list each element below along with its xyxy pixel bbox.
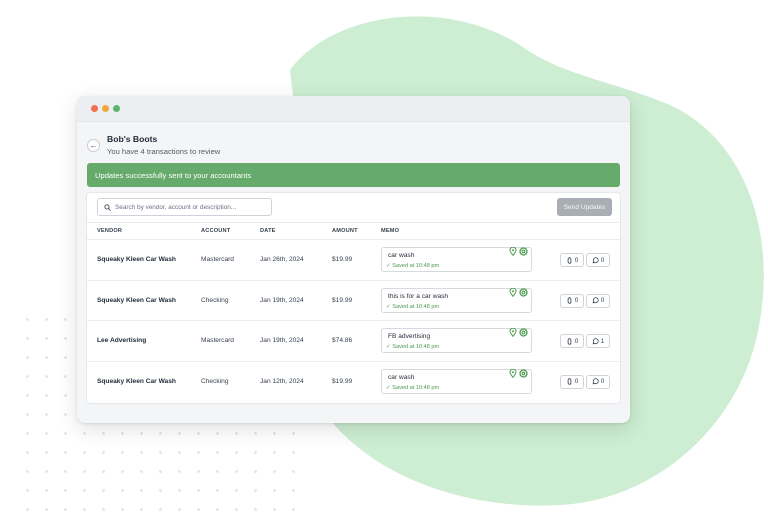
brand-logo-icon[interactable] <box>519 368 528 378</box>
search-icon <box>104 203 111 211</box>
comment-bubble-icon <box>592 378 599 385</box>
comments-button[interactable]: 0 <box>586 253 610 267</box>
paperclip-icon <box>567 378 572 385</box>
send-updates-label: Send Updates <box>563 203 606 211</box>
memo-saved-status: ✓ Saved at 10:48 pm <box>386 344 440 350</box>
memo-field[interactable]: car wash ✓ Saved at 10:48 pm <box>381 368 532 394</box>
memo-saved-status: ✓ Saved at 10:48 pm <box>386 303 440 310</box>
date-cell: Jan 12th, 2024 <box>260 377 304 385</box>
window-titlebar <box>77 96 630 122</box>
arrow-left-icon: ← <box>89 140 98 150</box>
paperclip-icon <box>567 297 572 304</box>
memo-icons <box>509 247 528 256</box>
attachments-count: 0 <box>574 337 579 345</box>
memo-saved-status: ✓ Saved at 10:48 pm <box>386 384 440 391</box>
location-pin-icon[interactable] <box>509 368 517 378</box>
comments-button[interactable]: 1 <box>586 334 610 348</box>
minimize-light[interactable] <box>102 105 109 112</box>
attachments-count: 0 <box>574 378 579 385</box>
page-title: Bob's Boots <box>107 134 158 144</box>
page-header: ← Bob's Boots You have 4 transactions to… <box>87 134 220 157</box>
page-subtitle: You have 4 transactions to review <box>107 147 221 156</box>
app-window: ← Bob's Boots You have 4 transactions to… <box>77 96 630 423</box>
search-box[interactable] <box>97 198 272 216</box>
comments-count: 0 <box>600 297 605 304</box>
memo-field[interactable]: car wash ✓ Saved at 10:48 pm <box>381 247 532 272</box>
account-cell: Mastercard <box>201 256 234 263</box>
date-cell: Jan 19th, 2024 <box>260 296 304 304</box>
memo-text: car wash <box>388 373 415 381</box>
attachments-count: 0 <box>574 297 579 304</box>
vendor-cell: Squeaky Kleen Car Wash <box>97 377 176 385</box>
date-cell: Jan 19th, 2024 <box>260 337 304 344</box>
comment-bubble-icon <box>592 337 599 344</box>
column-memo: MEMO <box>381 228 400 234</box>
paperclip-icon <box>567 337 572 345</box>
success-banner: Updates successfully sent to your accoun… <box>87 163 620 187</box>
vendor-cell: Squeaky Kleen Car Wash <box>97 296 176 304</box>
amount-cell: $19.99 <box>332 377 353 385</box>
vendor-cell: Lee Advertising <box>97 337 147 344</box>
column-amount: AMOUNT <box>332 228 358 234</box>
comments-count: 0 <box>600 378 605 385</box>
attachments-count: 0 <box>574 256 579 264</box>
search-input[interactable] <box>115 203 265 211</box>
memo-text: FB advertising <box>388 333 431 340</box>
comments-count: 0 <box>600 256 605 264</box>
comments-count: 1 <box>600 337 605 345</box>
attachments-button[interactable]: 0 <box>560 293 584 308</box>
brand-logo-icon[interactable] <box>519 287 528 297</box>
account-cell: Checking <box>201 296 229 304</box>
attachments-button[interactable]: 0 <box>560 374 584 389</box>
close-light[interactable] <box>91 105 98 112</box>
vendor-cell: Squeaky Kleen Car Wash <box>97 256 176 263</box>
account-cell: Checking <box>201 377 229 385</box>
location-pin-icon[interactable] <box>509 328 517 337</box>
banner-text: Updates successfully sent to your accoun… <box>95 170 252 180</box>
comments-button[interactable]: 0 <box>586 293 610 308</box>
table-row[interactable]: Lee Advertising Mastercard Jan 19th, 202… <box>87 321 620 362</box>
comment-bubble-icon <box>592 256 599 263</box>
table-row[interactable]: Squeaky Kleen Car Wash Checking Jan 19th… <box>87 281 620 321</box>
location-pin-icon[interactable] <box>509 287 517 297</box>
amount-cell: $19.99 <box>332 296 353 304</box>
table-header: VENDOR ACCOUNT DATE AMOUNT MEMO <box>87 222 620 240</box>
attachments-button[interactable]: 0 <box>560 253 584 267</box>
column-date: DATE <box>260 228 276 234</box>
back-button[interactable]: ← <box>87 139 100 152</box>
memo-icons <box>509 368 528 378</box>
account-cell: Mastercard <box>201 337 234 344</box>
date-cell: Jan 26th, 2024 <box>260 256 304 263</box>
memo-icons <box>509 287 528 297</box>
paperclip-icon <box>567 256 572 264</box>
table-row[interactable]: Squeaky Kleen Car Wash Checking Jan 12th… <box>87 362 620 403</box>
memo-text: car wash <box>388 252 415 259</box>
location-pin-icon[interactable] <box>509 247 517 256</box>
column-account: ACCOUNT <box>201 228 231 234</box>
send-updates-button[interactable]: Send Updates <box>557 198 612 216</box>
column-vendor: VENDOR <box>97 228 123 234</box>
memo-icons <box>509 328 528 337</box>
comments-button[interactable]: 0 <box>586 374 610 389</box>
memo-field[interactable]: this is for a car wash ✓ Saved at 10:48 … <box>381 287 532 313</box>
maximize-light[interactable] <box>113 105 120 112</box>
attachments-button[interactable]: 0 <box>560 334 584 348</box>
memo-saved-status: ✓ Saved at 10:48 pm <box>386 263 440 269</box>
memo-field[interactable]: FB advertising ✓ Saved at 10:48 pm <box>381 328 532 353</box>
table-row[interactable]: Squeaky Kleen Car Wash Mastercard Jan 26… <box>87 240 620 281</box>
amount-cell: $74.86 <box>332 337 353 344</box>
memo-text: this is for a car wash <box>388 292 449 300</box>
brand-logo-icon[interactable] <box>519 247 528 256</box>
transactions-panel: Send Updates VENDOR ACCOUNT DATE AMOUNT … <box>87 193 620 403</box>
brand-logo-icon[interactable] <box>519 328 528 337</box>
comment-bubble-icon <box>592 297 599 304</box>
amount-cell: $19.99 <box>332 256 353 263</box>
